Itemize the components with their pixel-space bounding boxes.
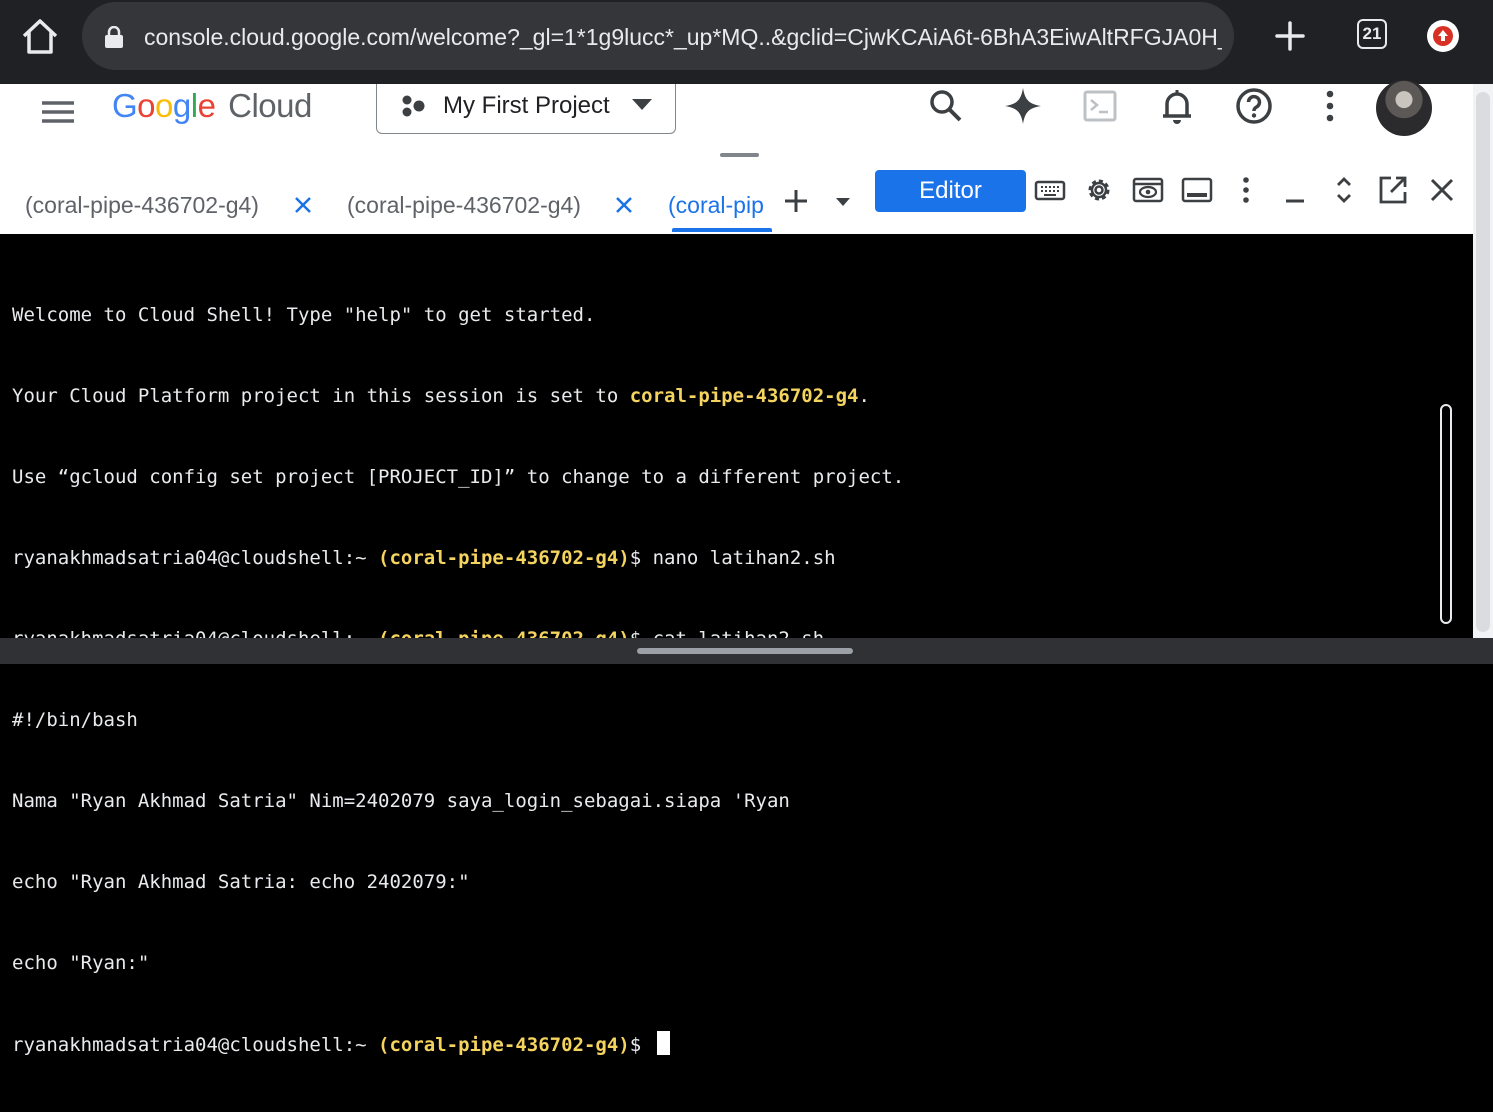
terminal-line: echo "Ryan Akhmad Satria: echo 2402079:" bbox=[12, 869, 904, 896]
terminal-line: #!/bin/bash bbox=[12, 707, 904, 734]
cloud-shell-toolbar: (coral-pipe-436702-g4) (coral-pipe-43670… bbox=[0, 148, 1473, 234]
gesture-handle[interactable] bbox=[637, 648, 853, 654]
terminal[interactable]: Welcome to Cloud Shell! Type "help" to g… bbox=[0, 234, 1467, 1056]
url-text[interactable]: console.cloud.google.com/welcome?_gl=1*1… bbox=[144, 22, 1222, 52]
web-preview-icon[interactable] bbox=[1132, 174, 1164, 206]
terminal-text: echo "Ryan Akhmad Satria: echo 2402079:" bbox=[12, 871, 470, 893]
project-name: My First Project bbox=[443, 92, 610, 119]
terminal-cursor bbox=[656, 1031, 670, 1055]
google-cloud-logo[interactable]: Google Cloud bbox=[112, 86, 312, 126]
more-vert-icon[interactable] bbox=[1310, 86, 1350, 126]
active-tab-indicator bbox=[672, 228, 772, 232]
terminal-line: Nama "Ryan Akhmad Satria" Nim=2402079 sa… bbox=[12, 788, 904, 815]
terminal-line: ryanakhmadsatria04@cloudshell:~ (coral-p… bbox=[12, 1031, 904, 1058]
terminal-text: Nama "Ryan Akhmad Satria" Nim=2402079 sa… bbox=[12, 790, 790, 812]
expand-collapse-icon[interactable] bbox=[1328, 174, 1360, 206]
terminal-scrollbar[interactable] bbox=[1440, 404, 1452, 624]
close-icon[interactable] bbox=[293, 195, 313, 215]
search-icon[interactable] bbox=[925, 86, 965, 126]
logo-letter: e bbox=[197, 87, 216, 124]
help-icon[interactable] bbox=[1234, 86, 1274, 126]
project-picker[interactable]: My First Project bbox=[376, 84, 676, 134]
terminal-line: Welcome to Cloud Shell! Type "help" to g… bbox=[12, 302, 904, 329]
lock-icon bbox=[104, 25, 124, 48]
terminal-line: echo "Ryan:" bbox=[12, 950, 904, 977]
shell-tab[interactable]: (coral-pipe-436702-g4) bbox=[25, 188, 259, 222]
logo-letter: l bbox=[190, 87, 198, 124]
prompt-user: ryanakhmadsatria04@cloudshell:~ bbox=[12, 547, 379, 569]
project-id-highlight: coral-pipe-436702-g4 bbox=[629, 385, 859, 407]
project-icon bbox=[399, 94, 429, 118]
terminal-text: Use “gcloud config set project [PROJECT_… bbox=[12, 466, 905, 488]
prompt-user: ryanakhmadsatria04@cloudshell:~ bbox=[12, 1034, 379, 1056]
account-avatar[interactable] bbox=[1376, 80, 1432, 136]
page-scrollbar-thumb[interactable] bbox=[1476, 92, 1490, 632]
hamburger-menu-icon[interactable] bbox=[40, 94, 76, 130]
terminal-text: #!/bin/bash bbox=[12, 709, 138, 731]
system-navigation-bar bbox=[0, 638, 1493, 664]
notifications-bell-icon[interactable] bbox=[1157, 86, 1197, 126]
terminal-text: Your Cloud Platform project in this sess… bbox=[12, 385, 630, 407]
command-text: $ bbox=[629, 1034, 653, 1056]
prompt-project: (coral-pipe-436702-g4) bbox=[378, 547, 630, 569]
terminal-text: echo "Ryan:" bbox=[12, 952, 150, 974]
logo-suffix: Cloud bbox=[228, 87, 312, 124]
add-tab-icon[interactable] bbox=[783, 188, 809, 214]
terminal-text: Welcome to Cloud Shell! Type "help" to g… bbox=[12, 304, 596, 326]
terminal-text: . bbox=[858, 385, 870, 407]
logo-letter: o bbox=[137, 87, 156, 124]
logo-letter: G bbox=[112, 87, 138, 124]
close-icon[interactable] bbox=[1426, 174, 1458, 206]
terminal-line: Your Cloud Platform project in this sess… bbox=[12, 383, 904, 410]
terminal-line: Use “gcloud config set project [PROJECT_… bbox=[12, 464, 904, 491]
terminal-output: Welcome to Cloud Shell! Type "help" to g… bbox=[12, 248, 904, 1112]
close-icon[interactable] bbox=[614, 195, 634, 215]
more-vert-icon[interactable] bbox=[1230, 174, 1262, 206]
open-in-new-window-icon[interactable] bbox=[1377, 174, 1409, 206]
minimize-icon[interactable] bbox=[1279, 174, 1311, 206]
browser-toolbar: console.cloud.google.com/welcome?_gl=1*1… bbox=[0, 0, 1493, 84]
chevron-down-icon[interactable] bbox=[835, 195, 851, 207]
tab-switcher-button[interactable]: 21 bbox=[1357, 19, 1387, 49]
gemini-sparkle-icon[interactable] bbox=[1003, 86, 1043, 126]
home-icon[interactable] bbox=[18, 16, 62, 56]
console-header: Google Cloud My First Project bbox=[0, 80, 1473, 149]
settings-gear-icon[interactable] bbox=[1083, 174, 1115, 206]
panel-layout-icon[interactable] bbox=[1181, 174, 1213, 206]
prompt-project: (coral-pipe-436702-g4) bbox=[378, 1034, 630, 1056]
new-tab-icon[interactable] bbox=[1270, 16, 1310, 56]
resize-handle[interactable] bbox=[720, 153, 759, 157]
update-icon[interactable] bbox=[1427, 20, 1459, 52]
chevron-down-icon bbox=[631, 98, 653, 112]
shell-tab[interactable]: (coral-pipe-436702-g4) bbox=[347, 188, 581, 222]
logo-letter: g bbox=[172, 87, 191, 124]
open-editor-button[interactable]: Editor bbox=[875, 170, 1026, 212]
cloud-shell-icon[interactable] bbox=[1080, 86, 1120, 126]
address-bar[interactable]: console.cloud.google.com/welcome?_gl=1*1… bbox=[82, 2, 1234, 70]
command-text: $ nano latihan2.sh bbox=[629, 547, 836, 569]
logo-letter: o bbox=[155, 87, 173, 124]
shell-tab-active[interactable]: (coral-pip bbox=[668, 188, 772, 222]
terminal-line: ryanakhmadsatria04@cloudshell:~ (coral-p… bbox=[12, 545, 904, 572]
keyboard-icon[interactable] bbox=[1034, 174, 1066, 206]
